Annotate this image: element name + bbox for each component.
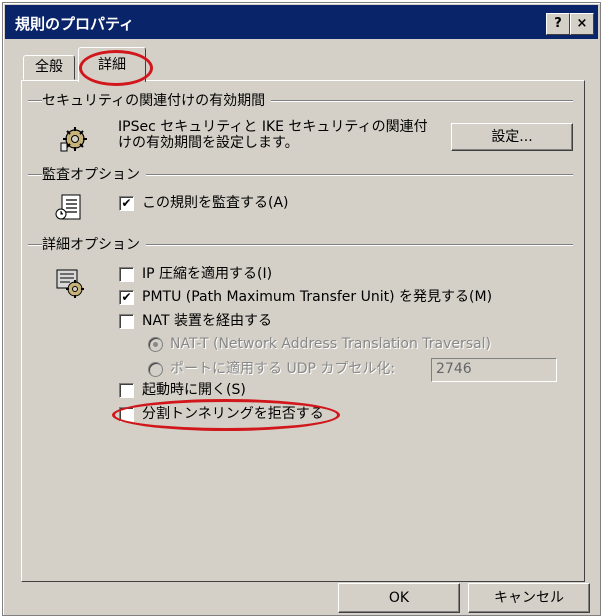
nat-t-radio[interactable]	[148, 337, 163, 352]
detail-panel: セキュリティの関連付けの有効期間 IPSec セキュリティと IKE セキュリテ…	[21, 80, 585, 582]
split-tunnel-checkbox[interactable]	[119, 407, 134, 422]
split-tunnel-label[interactable]: 分割トンネリングを拒否する	[142, 406, 324, 422]
audit-log-icon	[55, 194, 81, 220]
startup-label[interactable]: 起動時に開く(S)	[142, 382, 246, 398]
startup-checkbox[interactable]	[119, 383, 134, 398]
help-button[interactable]: ?	[546, 13, 570, 35]
advanced-section-title: 詳細オプション	[42, 234, 146, 254]
ip-compression-checkbox[interactable]	[119, 267, 134, 282]
pmtu-checkbox[interactable]: ✔	[119, 290, 134, 305]
udp-port-field[interactable]: 2746	[431, 358, 557, 382]
close-button[interactable]: ×	[570, 13, 594, 35]
ike-description-line2: けの有効期間を設定します。	[118, 135, 299, 151]
nat-checkbox[interactable]	[119, 314, 134, 329]
settings-button[interactable]: 設定...	[451, 123, 573, 151]
options-gear-icon	[56, 269, 84, 298]
audit-section-title: 監査オプション	[42, 164, 146, 184]
ip-compression-label[interactable]: IP 圧縮を適用する(I)	[142, 266, 272, 282]
tab-general[interactable]: 全般	[23, 55, 75, 80]
ok-button[interactable]: OK	[338, 583, 460, 613]
ike-description-line1: IPSec セキュリティと IKE セキュリティの関連付	[118, 119, 428, 135]
title-bar[interactable]: 規則のプロパティ ? ×	[5, 5, 598, 39]
tab-detail[interactable]: 詳細	[78, 47, 146, 82]
pmtu-label[interactable]: PMTU (Path Maximum Transfer Unit) を発見する(…	[142, 289, 492, 305]
nat-label[interactable]: NAT 装置を経由する	[142, 313, 272, 329]
key-gear-icon	[60, 127, 87, 152]
udp-encapsulation-label[interactable]: ポートに適用する UDP カプセル化:	[170, 361, 395, 377]
nat-t-radio-label[interactable]: NAT-T (Network Address Translation Trave…	[170, 336, 491, 352]
properties-dialog: 規則のプロパティ ? × 全般 詳細 セキュリティの関連付けの有効期間 IPSe…	[2, 2, 601, 616]
window-title: 規則のプロパティ	[15, 15, 135, 33]
audit-checkbox[interactable]: ✔	[119, 196, 134, 211]
cancel-button[interactable]: キャンセル	[468, 583, 590, 613]
ike-section-title: セキュリティの関連付けの有効期間	[42, 90, 272, 110]
audit-checkbox-label[interactable]: この規則を監査する(A)	[142, 195, 289, 211]
udp-encapsulation-radio[interactable]	[148, 362, 163, 377]
